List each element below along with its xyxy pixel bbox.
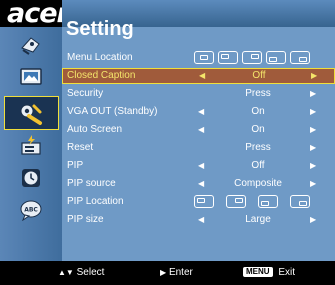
pip-row[interactable]: PIP ◀ Off ▶ xyxy=(62,158,335,174)
pip-source-row[interactable]: PIP source ◀ Composite ▶ xyxy=(62,176,335,192)
row-value: Press xyxy=(245,142,271,153)
right-arrow-icon[interactable]: ▶ xyxy=(311,68,317,84)
pip-size-row[interactable]: PIP size ◀ Large ▶ xyxy=(62,212,335,228)
row-label: Auto Screen xyxy=(67,124,123,135)
color-management-icon[interactable] xyxy=(19,34,43,56)
right-arrow-icon[interactable]: ▶ xyxy=(310,104,316,120)
row-value: Press xyxy=(245,88,271,99)
location-option-top-right[interactable] xyxy=(242,51,262,64)
closed-caption-row[interactable]: Closed Caption ◀ Off ▶ xyxy=(62,68,335,84)
location-option-center[interactable] xyxy=(194,51,214,64)
select-hint: ▲▼ Select xyxy=(58,261,104,285)
row-value: Off xyxy=(251,160,265,171)
row-label: Menu Location xyxy=(67,52,133,63)
right-arrow-icon[interactable]: ▶ xyxy=(310,212,316,228)
left-arrow-icon[interactable]: ◀ xyxy=(198,212,204,228)
acer-logo: acer xyxy=(7,0,70,29)
image-icon[interactable] xyxy=(19,66,43,88)
left-arrow-icon[interactable]: ◀ xyxy=(198,176,204,192)
row-label: Security xyxy=(67,88,104,99)
left-arrow-icon[interactable]: ◀ xyxy=(198,104,204,120)
language-icon[interactable]: ABC xyxy=(19,199,43,221)
row-label: PIP xyxy=(67,160,84,171)
row-label: PIP Location xyxy=(67,196,124,207)
pip-option-top-left[interactable] xyxy=(194,195,214,208)
footer-hints: ▲▼ Select ▶ Enter MENU Exit xyxy=(0,261,335,285)
right-arrow-icon[interactable]: ▶ xyxy=(310,158,316,174)
location-option-top-left[interactable] xyxy=(218,51,238,64)
security-row[interactable]: Security Press ▶ xyxy=(62,86,335,102)
row-label: VGA OUT (Standby) xyxy=(67,106,158,117)
row-value: Composite xyxy=(234,178,282,189)
row-label: Closed Caption xyxy=(67,70,136,81)
enter-hint: ▶ Enter xyxy=(160,261,193,285)
enter-hint-label: Enter xyxy=(168,267,193,278)
pip-option-bottom-left[interactable] xyxy=(258,195,278,208)
row-label: PIP source xyxy=(67,178,116,189)
row-label: Reset xyxy=(67,142,94,153)
row-label: PIP size xyxy=(67,214,104,225)
page-title: Setting xyxy=(66,18,134,40)
row-value: Off xyxy=(252,70,266,81)
menu-location-row[interactable]: Menu Location xyxy=(62,50,335,66)
reset-row[interactable]: Reset Press ▶ xyxy=(62,140,335,156)
location-option-bottom-right[interactable] xyxy=(290,51,310,64)
left-arrow-icon[interactable]: ◀ xyxy=(198,122,204,138)
vga-out-standby-row[interactable]: VGA OUT (Standby) ◀ On ▶ xyxy=(62,104,335,120)
up-down-arrow-icon: ▲▼ xyxy=(58,268,74,277)
left-arrow-icon[interactable]: ◀ xyxy=(198,158,204,174)
exit-hint: MENU Exit xyxy=(243,261,295,285)
select-hint-label: Select xyxy=(76,267,105,278)
management-icon[interactable] xyxy=(19,134,43,156)
pip-location-row[interactable]: PIP Location xyxy=(62,194,335,210)
timer-icon[interactable] xyxy=(19,167,43,189)
menu-key-icon: MENU xyxy=(243,267,273,278)
enter-arrow-icon: ▶ xyxy=(160,268,167,277)
location-option-bottom-left[interactable] xyxy=(266,51,286,64)
auto-screen-row[interactable]: Auto Screen ◀ On ▶ xyxy=(62,122,335,138)
svg-text:ABC: ABC xyxy=(24,207,38,214)
right-arrow-icon[interactable]: ▶ xyxy=(310,140,316,156)
row-value: Large xyxy=(245,214,271,225)
exit-hint-label: Exit xyxy=(278,267,296,278)
row-value: On xyxy=(251,106,265,117)
left-arrow-icon[interactable]: ◀ xyxy=(199,68,205,84)
pip-option-bottom-right[interactable] xyxy=(290,195,310,208)
right-arrow-icon[interactable]: ▶ xyxy=(310,176,316,192)
setting-icon[interactable] xyxy=(18,102,42,125)
pip-option-top-right[interactable] xyxy=(226,195,246,208)
right-arrow-icon[interactable]: ▶ xyxy=(310,86,316,102)
right-arrow-icon[interactable]: ▶ xyxy=(310,122,316,138)
row-value: On xyxy=(251,124,265,135)
